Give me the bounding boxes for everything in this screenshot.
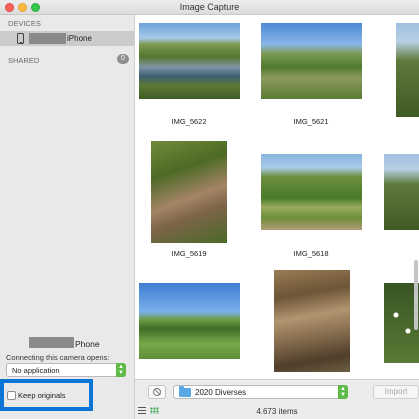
photo-thumbnail-partial[interactable] — [396, 23, 419, 117]
items-count: 4.673 items — [256, 407, 298, 416]
iphone-icon — [17, 33, 24, 44]
folder-icon — [179, 386, 191, 397]
photo-thumbnail[interactable] — [274, 270, 350, 372]
title-bar: Image Capture — [0, 0, 419, 15]
import-folder-name: 2020 Diverses — [195, 388, 247, 397]
photo-thumbnail[interactable] — [261, 23, 362, 99]
sidebar-item-iphone[interactable]: iPhone — [0, 31, 134, 46]
import-button[interactable]: Import — [373, 385, 419, 399]
device-name-label: iPhone — [67, 34, 92, 43]
popup-arrows-icon: ▲ ▼ — [338, 385, 348, 399]
vertical-scrollbar[interactable] — [414, 260, 418, 330]
sidebar: DEVICES iPhone SHARED 0 Phone Connecting… — [0, 15, 135, 419]
import-bar: 2020 Diverses ▲ ▼ Import 4.673 items — [135, 379, 419, 419]
keep-originals-label: Keep originals — [18, 391, 66, 400]
devices-section-header: DEVICES — [8, 19, 41, 28]
shared-section-header: SHARED — [8, 56, 40, 65]
redacted-device-owner — [29, 33, 66, 44]
photo-label: IMG_5621 — [293, 117, 329, 126]
shared-count-badge: 0 — [117, 54, 129, 64]
photo-label: IMG_5618 — [293, 249, 329, 258]
popup-arrows-icon: ▲ ▼ — [116, 363, 126, 377]
photo-label: IMG_5619 — [171, 249, 207, 258]
import-folder-select[interactable]: 2020 Diverses ▲ ▼ — [173, 385, 348, 399]
keep-originals-option[interactable]: Keep originals — [7, 389, 85, 402]
stop-button[interactable] — [148, 385, 166, 399]
prohibited-icon — [153, 388, 161, 396]
keep-originals-checkbox[interactable] — [7, 391, 16, 400]
photo-thumbnail-partial[interactable] — [384, 154, 419, 230]
photo-browser: IMG_5622 IMG_5621 IMG_5619 IMG_5618 — [135, 15, 419, 379]
selected-device-name: Phone — [75, 339, 100, 349]
camera-opens-label: Connecting this camera opens: — [6, 353, 110, 362]
photo-thumbnail[interactable] — [139, 23, 240, 99]
window-title: Image Capture — [179, 2, 240, 12]
camera-opens-app-value: No application — [12, 366, 60, 375]
photo-thumbnail[interactable] — [151, 141, 227, 243]
redacted-device-owner-bottom — [29, 337, 74, 348]
photo-thumbnail[interactable] — [261, 154, 362, 230]
photo-label: IMG_5622 — [171, 117, 207, 126]
photo-thumbnail[interactable] — [139, 283, 240, 359]
camera-opens-app-select[interactable]: No application ▲ ▼ — [6, 363, 126, 377]
